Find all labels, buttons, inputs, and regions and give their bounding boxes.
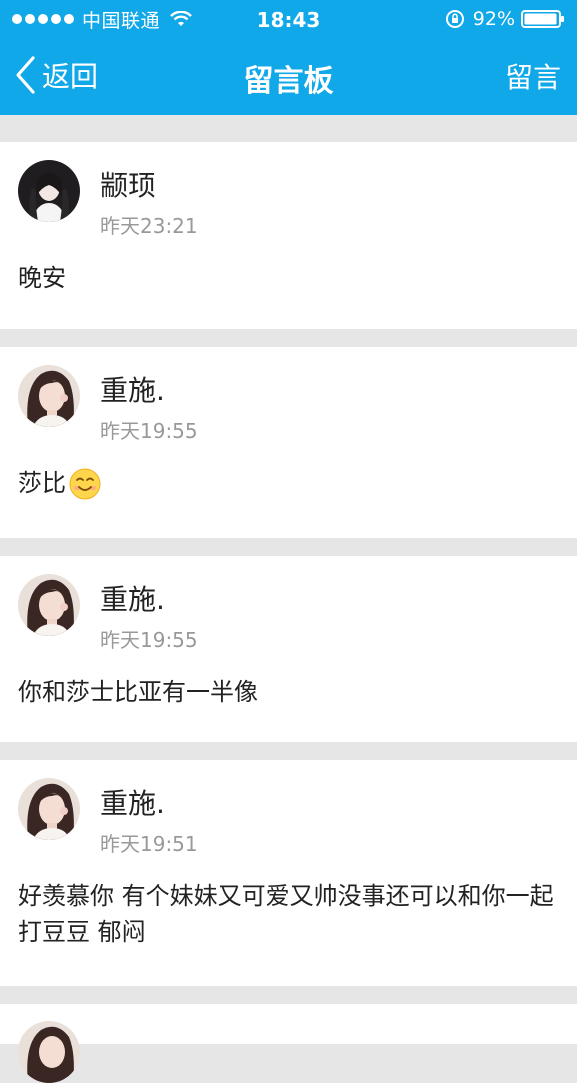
avatar-dark-icon[interactable] xyxy=(18,160,80,222)
leave-message-button[interactable]: 留言 xyxy=(505,56,561,96)
avatar-selfie-icon[interactable] xyxy=(18,365,80,427)
avatar-selfie-icon[interactable] xyxy=(18,778,80,840)
message-time: 昨天19:51 xyxy=(100,832,198,856)
message-time: 昨天19:55 xyxy=(100,628,198,652)
avatar-selfie-icon[interactable] xyxy=(18,574,80,636)
message-card: 重施. 昨天19:55 你和莎士比亚有一半像 xyxy=(0,556,577,742)
message-card: 重施. 昨天19:55 莎比 xyxy=(0,347,577,538)
message-card: 颛顼 昨天23:21 晚安 xyxy=(0,142,577,329)
message-author: 重施. xyxy=(100,583,165,616)
message-text-content: 莎比 xyxy=(18,469,66,497)
battery-icon xyxy=(521,10,564,28)
status-right: 92% xyxy=(445,8,565,30)
avatar-selfie-icon[interactable] xyxy=(18,1021,80,1083)
message-time: 昨天19:55 xyxy=(100,419,198,443)
message-text: 好羡慕你 有个妹妹又可爱又帅没事还可以和你一起打豆豆 郁闷 xyxy=(18,882,554,946)
battery-percent: 92% xyxy=(472,8,515,30)
message-author: 颛顼 xyxy=(100,169,157,202)
smiling-face-icon xyxy=(69,468,101,500)
message-author: 重施. xyxy=(100,374,165,407)
rotation-lock-icon xyxy=(445,10,464,28)
message-time: 昨天23:21 xyxy=(100,214,198,238)
message-text: 你和莎士比亚有一半像 xyxy=(18,678,258,706)
header: 中国联通 18:43 92% 返回 留言板 留言 xyxy=(0,0,577,115)
message-text: 莎比 xyxy=(18,465,563,501)
page-title: 留言板 xyxy=(243,64,334,99)
message-author: 重施. xyxy=(100,787,165,820)
message-text: 晚安 xyxy=(18,264,66,292)
navigation-bar: 返回 留言板 留言 xyxy=(0,38,577,115)
message-card: 重施. 昨天19:51 好羡慕你 有个妹妹又可爱又帅没事还可以和你一起打豆豆 郁… xyxy=(0,760,577,986)
message-card-partial xyxy=(0,1004,577,1083)
status-bar: 中国联通 18:43 92% xyxy=(0,0,577,38)
